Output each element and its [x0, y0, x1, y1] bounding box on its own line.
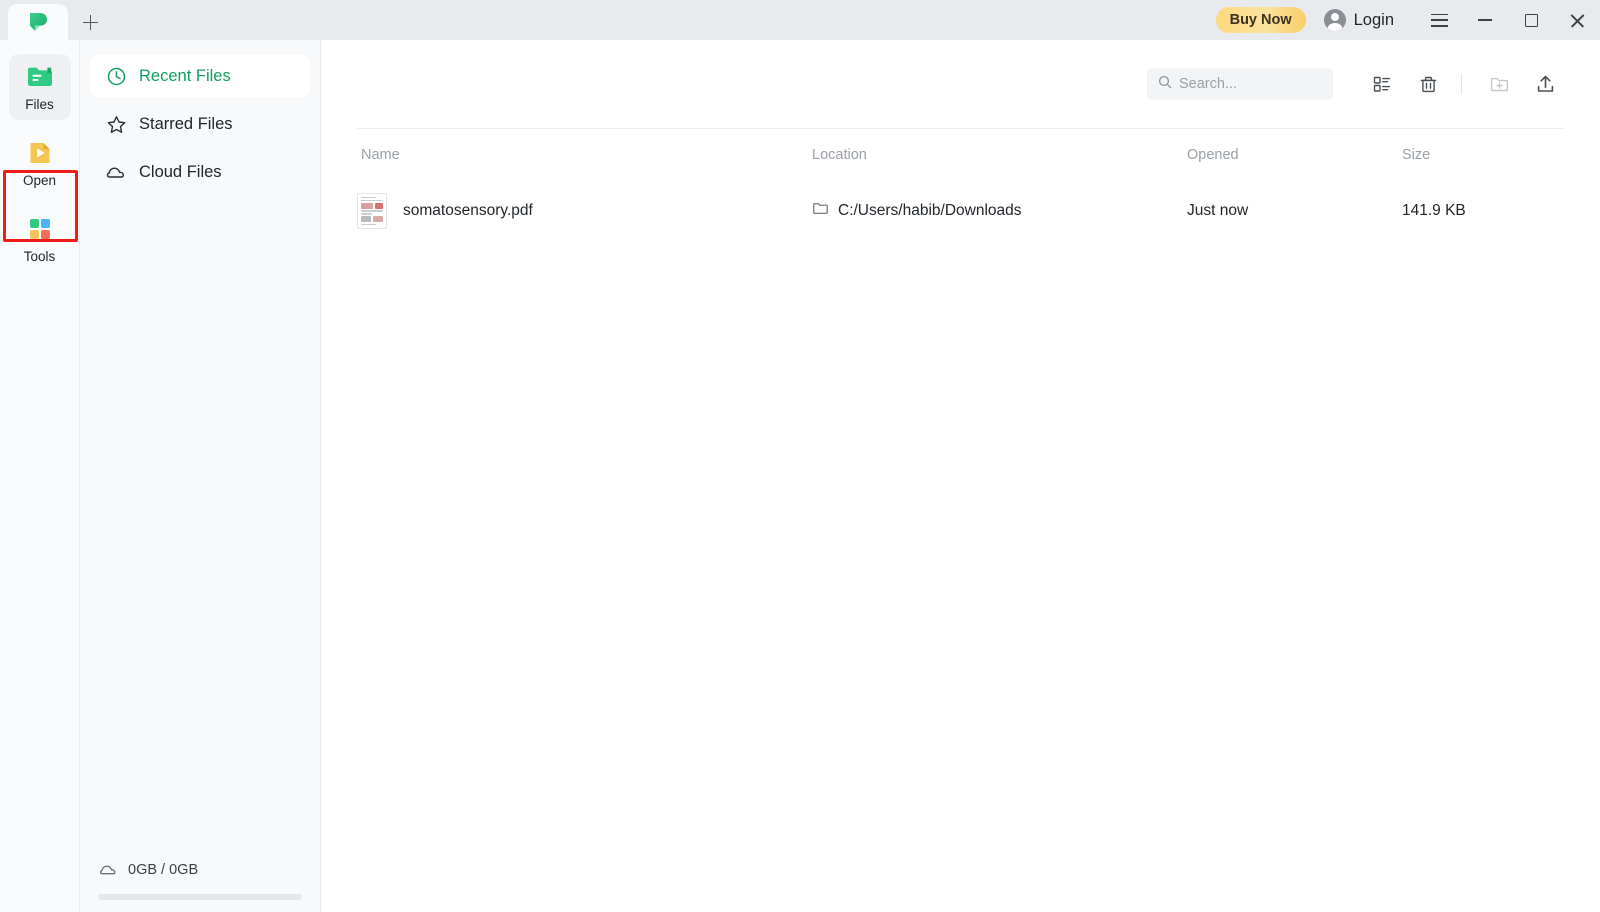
cloud-storage-icon: [98, 859, 119, 880]
table-header-location[interactable]: Location: [812, 147, 1187, 163]
sidebar-item-cloud-files[interactable]: Cloud Files: [90, 151, 310, 193]
sidebar-label-cloud-files: Cloud Files: [139, 162, 222, 181]
new-tab-button[interactable]: [68, 4, 112, 40]
new-folder-button[interactable]: [1480, 65, 1518, 103]
files-folder-icon: [25, 62, 55, 92]
pdf-thumbnail-icon: [357, 193, 387, 229]
toolbar-divider: [1461, 74, 1462, 94]
storage-indicator: 0GB / 0GB: [80, 859, 320, 912]
app-body: Files Open Tools Recent Files Starred Fi…: [0, 40, 1600, 912]
storage-text: 0GB / 0GB: [128, 861, 199, 878]
upload-icon: [1537, 75, 1553, 92]
rail-label-tools: Tools: [23, 249, 56, 264]
tab-strip: [0, 0, 112, 40]
rail-label-files: Files: [25, 97, 54, 112]
app-window: Buy Now Login Files Open Tools Recent Fi…: [0, 0, 1600, 912]
hamburger-icon: [1430, 13, 1448, 27]
minimize-icon: [1478, 19, 1492, 21]
content-toolbar: [321, 40, 1600, 128]
view-toggle-button[interactable]: [1363, 65, 1401, 103]
trash-button[interactable]: [1409, 65, 1447, 103]
titlebar-actions: Buy Now Login: [1215, 0, 1600, 40]
file-name-cell[interactable]: somatosensory.pdf: [357, 193, 812, 229]
file-location-cell: C:/Users/habib/Downloads: [812, 200, 1187, 222]
title-bar: Buy Now Login: [0, 0, 1600, 40]
sidebar-label-recent-files: Recent Files: [139, 66, 231, 85]
table-header-opened[interactable]: Opened: [1187, 147, 1402, 163]
search-icon: [1158, 75, 1172, 94]
sidebar-item-recent-files[interactable]: Recent Files: [90, 55, 310, 97]
table-header-size[interactable]: Size: [1402, 147, 1564, 163]
sidebar-nav-list: Recent Files Starred Files Cloud Files: [80, 40, 320, 193]
table-header-name[interactable]: Name: [357, 147, 812, 163]
rail-label-open: Open: [22, 173, 57, 188]
rail-item-files[interactable]: Files: [8, 54, 71, 120]
file-size-cell: 141.9 KB: [1402, 202, 1466, 219]
left-rail: Files Open Tools: [0, 40, 80, 912]
updf-logo-icon: [26, 10, 50, 34]
plus-icon: [82, 14, 98, 30]
login-label: Login: [1353, 10, 1394, 29]
sidebar-item-starred-files[interactable]: Starred Files: [90, 103, 310, 145]
buy-now-button[interactable]: Buy Now: [1215, 7, 1306, 33]
sidebar-horizontal-scrollbar[interactable]: [98, 894, 302, 900]
close-button[interactable]: [1554, 0, 1600, 40]
search-box[interactable]: [1147, 68, 1333, 100]
trash-icon: [1420, 76, 1436, 92]
new-folder-icon: [1490, 77, 1508, 91]
upload-button[interactable]: [1526, 65, 1564, 103]
storage-row: 0GB / 0GB: [98, 859, 302, 880]
open-file-icon: [25, 138, 55, 168]
file-location-label: C:/Users/habib/Downloads: [838, 202, 1022, 219]
cloud-icon: [106, 162, 127, 183]
close-icon: [1570, 13, 1585, 28]
file-opened-cell: Just now: [1187, 202, 1249, 219]
minimize-button[interactable]: [1462, 0, 1508, 40]
tools-grid-icon: [25, 214, 55, 244]
table-row[interactable]: somatosensory.pdf C:/Users/habib/Downloa…: [357, 180, 1564, 242]
rail-item-tools[interactable]: Tools: [9, 206, 71, 272]
file-name-label: somatosensory.pdf: [403, 202, 533, 219]
maximize-icon: [1524, 13, 1538, 27]
list-view-icon: [1373, 76, 1391, 92]
main-menu-button[interactable]: [1416, 0, 1462, 40]
content-area: Name Location Opened Size: [321, 40, 1600, 912]
sidebar-panel: Recent Files Starred Files Cloud Files 0…: [80, 40, 321, 912]
document-tab[interactable]: [8, 4, 68, 40]
file-table: Name Location Opened Size somatosensory.…: [321, 128, 1600, 912]
user-avatar-icon: [1323, 9, 1346, 31]
clock-icon: [106, 66, 127, 87]
table-header-row: Name Location Opened Size: [357, 128, 1564, 180]
rail-item-open[interactable]: Open: [9, 130, 71, 196]
folder-icon: [812, 200, 829, 222]
maximize-button[interactable]: [1508, 0, 1554, 40]
login-button[interactable]: Login: [1323, 9, 1394, 31]
star-icon: [106, 114, 127, 135]
search-input[interactable]: [1179, 76, 1322, 92]
sidebar-label-starred-files: Starred Files: [139, 114, 233, 133]
